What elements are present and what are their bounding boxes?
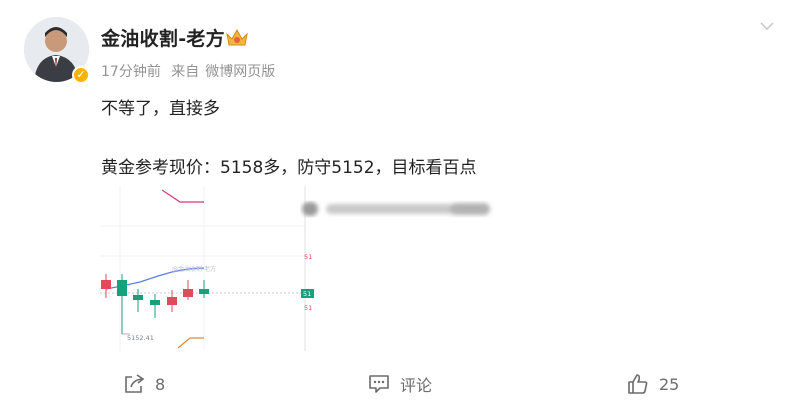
like-icon	[628, 374, 648, 394]
comment-icon	[369, 375, 389, 393]
post-source: 微博网页版	[205, 64, 276, 80]
share-count: 8	[155, 374, 166, 394]
candle	[133, 295, 143, 300]
axis-price-tag-label: 51	[303, 290, 311, 298]
candle	[183, 289, 193, 297]
post-text-line-2: 黄金参考现价：5158多，防守5152，目标看百点	[101, 158, 477, 178]
candle	[167, 297, 177, 305]
axis-label: 51	[304, 304, 312, 312]
weibo-post-card: ✓ 金油收割-老方 17分钟前 来自 微博网页版 不等了，直接多 黄金参考现价：5…	[0, 0, 803, 406]
post-time[interactable]: 17分钟前	[101, 64, 161, 80]
action-bar: 8 评论 25	[0, 366, 803, 402]
blurred-watermark	[302, 202, 490, 216]
post-text-line-1: 不等了，直接多	[101, 99, 220, 119]
candle	[101, 280, 111, 289]
candle	[117, 280, 127, 296]
like-button[interactable]: 25	[627, 366, 679, 402]
post-meta: 17分钟前 来自 微博网页版	[101, 61, 281, 81]
comment-label: 评论	[400, 376, 433, 395]
verified-badge-icon: ✓	[72, 66, 90, 84]
post-image-chart[interactable]: @金油收割-老方 5152.41 51 51 51	[100, 186, 320, 351]
like-count: 25	[659, 374, 680, 394]
author-name[interactable]: 金油收割-老方	[101, 24, 225, 51]
comment-button[interactable]: 评论	[368, 366, 432, 402]
chevron-down-icon[interactable]	[760, 22, 774, 30]
share-icon	[125, 374, 145, 393]
watermark-text: @金油收割-老方	[172, 265, 216, 273]
low-price-label: 5152.41	[127, 334, 154, 342]
candle	[199, 289, 209, 294]
axis-label: 51	[304, 253, 312, 261]
crown-badge-icon	[226, 28, 248, 46]
source-prefix: 来自	[171, 64, 200, 80]
share-button[interactable]: 8	[123, 366, 165, 402]
candle	[150, 300, 160, 305]
